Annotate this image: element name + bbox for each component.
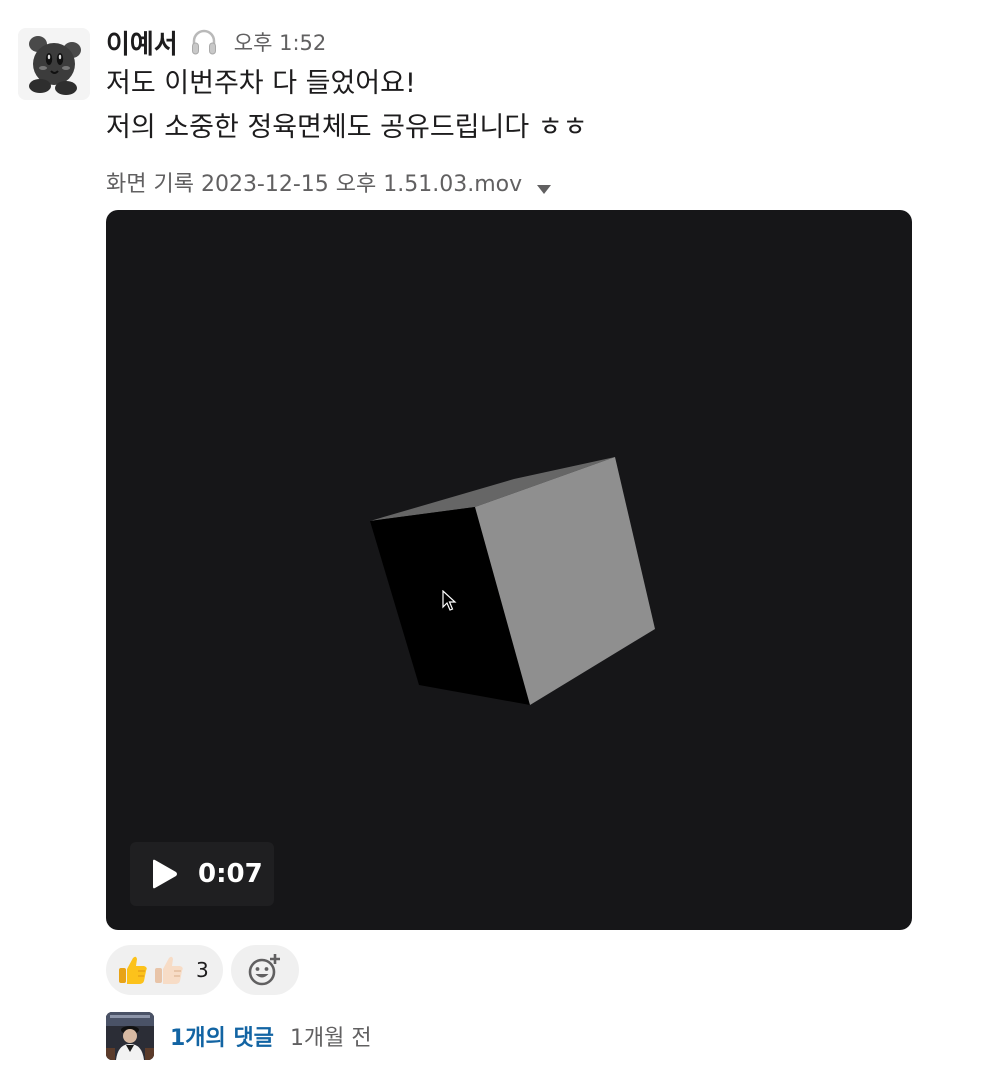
message-text-line: 저도 이번주차 다 들었어요! <box>106 68 416 99</box>
video-frame-cube <box>370 457 655 705</box>
play-icon[interactable] <box>150 859 178 889</box>
sender-avatar[interactable] <box>18 28 90 100</box>
thumbs-up-emoji-icon <box>116 953 150 987</box>
add-reaction-button[interactable] <box>231 945 299 995</box>
message-header: 이예서 오후 1:52 <box>106 22 326 62</box>
attachment-filename[interactable]: 화면 기록 2023-12-15 오후 1.51.03.mov <box>106 166 522 198</box>
mouse-cursor-icon <box>442 590 457 611</box>
caret-down-icon[interactable] <box>536 176 552 194</box>
reaction-thumbs-up[interactable]: 3 <box>106 945 223 995</box>
add-reaction-icon <box>248 954 280 986</box>
video-duration: 0:07 <box>198 859 263 889</box>
headphones-icon[interactable] <box>188 26 220 58</box>
reaction-count: 3 <box>196 958 209 982</box>
message-text-line: 저의 소중한 정육면체도 공유드립니다 ㅎㅎ <box>106 112 588 143</box>
last-reply-time: 1개월 전 <box>289 1026 372 1051</box>
message-timestamp[interactable]: 오후 1:52 <box>234 27 326 57</box>
sender-name[interactable]: 이예서 <box>106 24 178 61</box>
reply-count-link[interactable]: 1개의 댓글 <box>170 1020 274 1052</box>
video-player[interactable]: 0:07 <box>106 210 912 930</box>
play-control[interactable]: 0:07 <box>130 842 274 906</box>
thread-summary[interactable]: 1개의 댓글 1개월 전 <box>106 1012 372 1060</box>
thumbs-up-light-skin-emoji-icon <box>152 953 186 987</box>
reply-avatar[interactable] <box>106 1012 154 1060</box>
attachment-header[interactable]: 화면 기록 2023-12-15 오후 1.51.03.mov <box>106 164 552 200</box>
avatar-character-image <box>18 28 90 100</box>
